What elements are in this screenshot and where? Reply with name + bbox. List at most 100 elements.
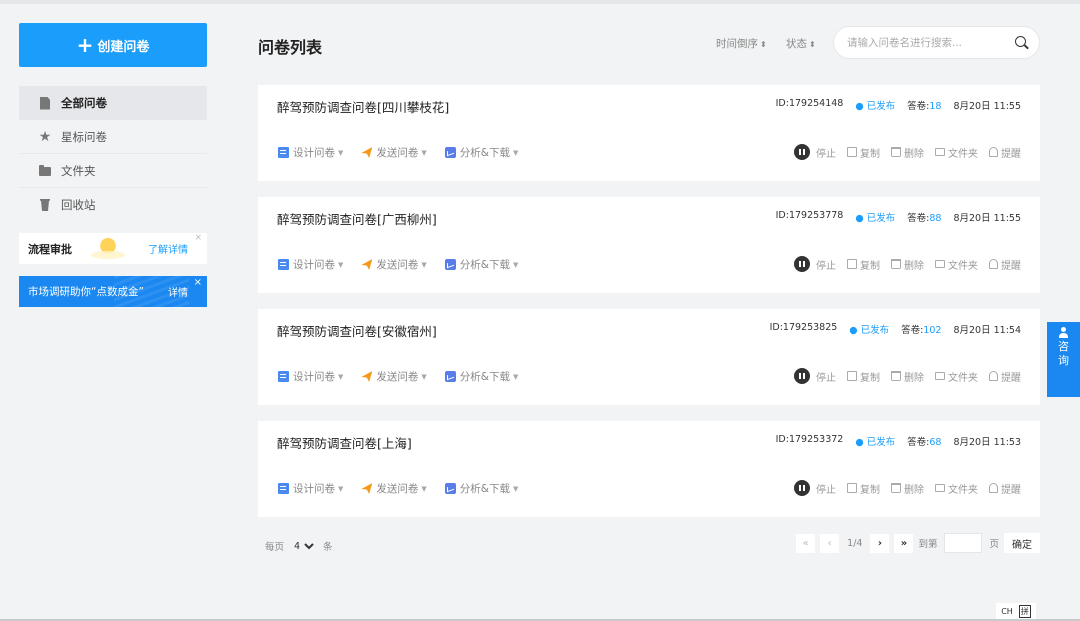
analysis-icon	[444, 371, 456, 382]
design-survey-button[interactable]: 设计问卷 ▼	[278, 145, 343, 160]
market-research-banner[interactable]: 市场调研助你“点数成金” 详情 ×	[19, 276, 207, 307]
design-survey-button[interactable]: 设计问卷 ▼	[278, 481, 343, 496]
plus-icon: +	[76, 33, 94, 57]
delete-button[interactable]: 删除	[891, 257, 924, 272]
last-page-button[interactable]: »	[894, 533, 914, 553]
page-size-select[interactable]: 4	[290, 538, 318, 554]
analyze-download-button[interactable]: 分析&下载 ▼	[444, 369, 518, 384]
details-link[interactable]: 详情	[168, 284, 188, 299]
close-icon[interactable]: ×	[194, 277, 202, 288]
next-page-button[interactable]: ›	[870, 533, 890, 553]
sidebar-item-starred[interactable]: ★ 星标问卷	[19, 120, 207, 154]
sidebar-item-label: 星标问卷	[61, 129, 107, 144]
answer-count: 答卷:102	[901, 325, 942, 336]
bell-icon	[989, 259, 998, 269]
sort-by-time[interactable]: 时间倒序 ⬍	[716, 36, 767, 51]
move-to-folder-button[interactable]: 文件夹	[935, 257, 978, 272]
copy-button[interactable]: 复制	[847, 369, 880, 384]
folder-icon	[935, 260, 945, 268]
first-page-button[interactable]: «	[796, 533, 816, 553]
top-divider	[0, 0, 1080, 4]
folder-icon	[37, 165, 53, 176]
chevron-down-icon: ▼	[512, 260, 519, 269]
create-survey-button[interactable]: + 创建问卷	[19, 23, 207, 67]
remind-button[interactable]: 提醒	[989, 145, 1021, 160]
analysis-icon	[444, 259, 456, 270]
send-survey-button[interactable]: 发送问卷 ▼	[361, 481, 427, 496]
analysis-icon	[444, 483, 456, 494]
per-page-unit: 条	[323, 542, 333, 553]
consult-button[interactable]: 咨 询	[1047, 322, 1080, 397]
remind-button[interactable]: 提醒	[989, 257, 1021, 272]
chevron-down-icon: ▼	[421, 260, 427, 269]
ime-indicator[interactable]: CH 拼	[996, 603, 1036, 619]
survey-meta: ID:179254148 ● 已发布 答卷:18 8月20日 11:55	[776, 98, 1021, 112]
delete-button[interactable]: 删除	[891, 369, 924, 384]
sort-time-label: 时间倒序	[716, 38, 758, 50]
copy-icon	[847, 371, 857, 381]
sidebar-item-all-surveys[interactable]: 全部问卷	[19, 86, 207, 120]
survey-tools: 停止 复制 删除 文件夹 提醒	[794, 480, 1021, 496]
survey-id: ID:179253778	[775, 210, 844, 221]
remind-button[interactable]: 提醒	[989, 481, 1021, 496]
chevron-down-icon: ▼	[338, 148, 344, 157]
prev-page-button[interactable]: ‹	[820, 533, 840, 553]
delete-button[interactable]: 删除	[891, 145, 924, 160]
sidebar-item-recycle-bin[interactable]: 回收站	[19, 188, 207, 222]
stop-button[interactable]: 停止	[794, 256, 836, 272]
star-icon: ★	[38, 128, 52, 145]
sidebar-nav: 全部问卷 ★ 星标问卷 文件夹 回收站	[19, 86, 207, 222]
analysis-icon	[444, 147, 456, 158]
send-survey-button[interactable]: 发送问卷 ▼	[361, 145, 427, 160]
bell-icon	[989, 147, 998, 157]
copy-button[interactable]: 复制	[847, 257, 880, 272]
design-survey-button[interactable]: 设计问卷 ▼	[278, 257, 343, 272]
folder-icon	[935, 484, 945, 492]
analyze-download-button[interactable]: 分析&下载 ▼	[444, 481, 519, 496]
stop-button[interactable]: 停止	[794, 144, 836, 160]
copy-button[interactable]: 复制	[847, 481, 880, 496]
learn-more-link[interactable]: 了解详情	[148, 241, 188, 256]
remind-button[interactable]: 提醒	[989, 369, 1021, 384]
sort-arrows-icon: ⬍	[760, 40, 767, 49]
survey-title[interactable]: 醉驾预防调查问卷[四川攀枝花]	[277, 97, 449, 116]
stop-button[interactable]: 停止	[794, 368, 836, 384]
chevron-down-icon: ▼	[512, 148, 519, 157]
send-survey-button[interactable]: 发送问卷 ▼	[361, 257, 427, 272]
search-input[interactable]	[847, 36, 1007, 49]
move-to-folder-button[interactable]: 文件夹	[935, 369, 978, 384]
survey-id: ID:179253372	[775, 434, 844, 445]
move-to-folder-button[interactable]: 文件夹	[935, 481, 978, 496]
analyze-download-button[interactable]: 分析&下载 ▼	[444, 257, 519, 272]
analyze-download-button[interactable]: 分析&下载 ▼	[444, 145, 519, 160]
sidebar-item-folders[interactable]: 文件夹	[19, 154, 207, 188]
copy-button[interactable]: 复制	[847, 145, 880, 160]
move-to-folder-button[interactable]: 文件夹	[935, 145, 978, 160]
survey-meta: ID:179253778 ● 已发布 答卷:88 8月20日 11:55	[776, 210, 1021, 224]
design-survey-button[interactable]: 设计问卷 ▼	[278, 369, 343, 384]
page-size: 每页 4 条	[265, 538, 333, 554]
bell-icon	[989, 371, 998, 381]
send-survey-button[interactable]: 发送问卷 ▼	[361, 369, 427, 384]
survey-title[interactable]: 醉驾预防调查问卷[广西柳州]	[277, 209, 437, 228]
survey-title[interactable]: 醉驾预防调查问卷[安徽宿州]	[277, 321, 437, 340]
sidebar-item-label: 文件夹	[61, 163, 96, 178]
goto-page-input[interactable]	[944, 533, 983, 553]
chevron-down-icon: ▼	[338, 260, 344, 269]
search-icon[interactable]	[1015, 36, 1026, 47]
survey-card: 醉驾预防调查问卷[安徽宿州] ID:179253825 ● 已发布 答卷:102…	[258, 309, 1040, 405]
chevron-down-icon: ▼	[512, 484, 519, 493]
survey-tools: 停止 复制 删除 文件夹 提醒	[794, 144, 1021, 160]
close-icon[interactable]: ×	[194, 233, 202, 243]
survey-date: 8月20日 11:55	[953, 101, 1021, 112]
trash-icon	[891, 259, 901, 269]
confirm-button[interactable]: 确定	[1004, 533, 1040, 553]
filter-by-status[interactable]: 状态 ⬍	[786, 36, 816, 51]
copy-icon	[847, 259, 857, 269]
delete-button[interactable]: 删除	[891, 481, 924, 496]
pause-icon	[794, 256, 810, 272]
survey-title[interactable]: 醉驾预防调查问卷[上海]	[277, 433, 412, 452]
status-badge: ● 已发布	[849, 325, 890, 336]
stop-button[interactable]: 停止	[794, 480, 836, 496]
sidebar-item-label: 回收站	[61, 198, 96, 212]
